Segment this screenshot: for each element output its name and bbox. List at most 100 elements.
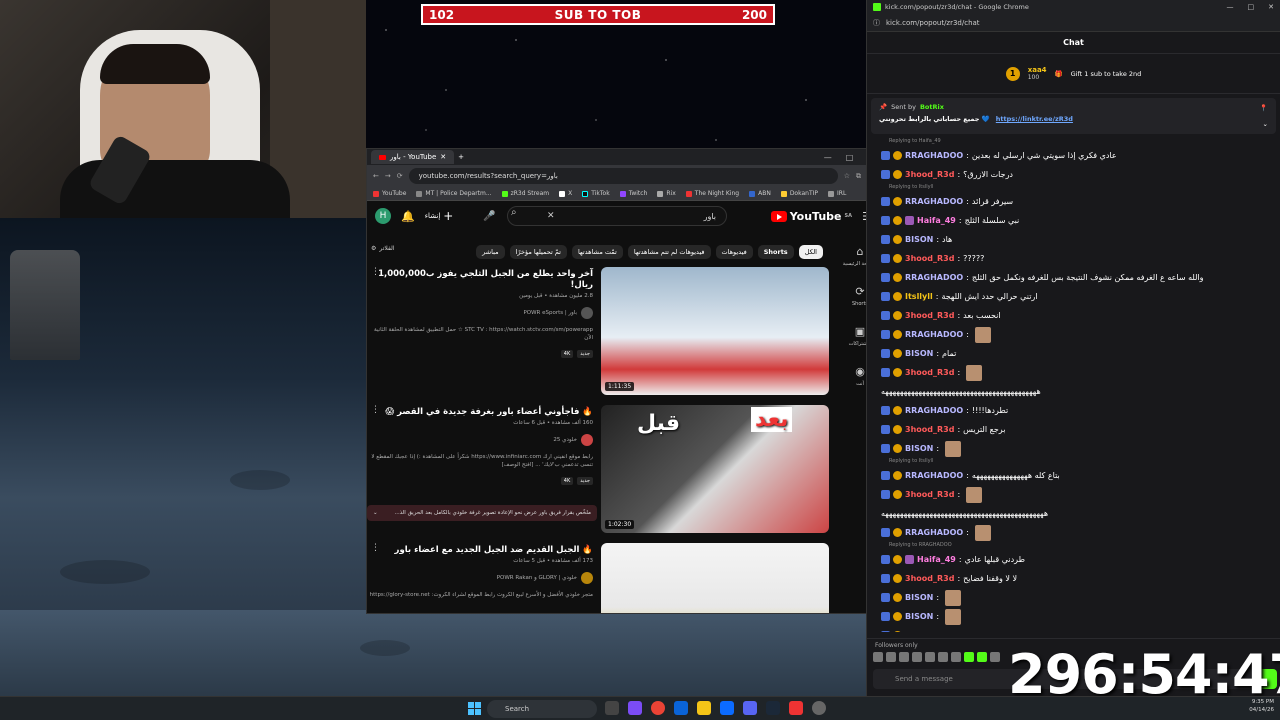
chip-recent[interactable]: تمّ تحميلها مؤخرًا [509,245,567,259]
minimize-button[interactable]: — [824,153,832,162]
chat-username[interactable]: BISON [905,235,933,244]
video-thumbnail[interactable]: 1:11:35 [601,267,829,395]
bookmark-youtube[interactable]: YouTube [373,190,406,197]
sidebar-item-you[interactable]: ◉ أنت [855,365,865,387]
star-icon[interactable]: ☆ [844,172,850,180]
chat-username[interactable]: Haifa_49 [917,216,956,225]
chat-username[interactable]: 3hood_R3d [905,574,954,583]
task-view-icon[interactable] [605,701,619,715]
bell-icon[interactable]: 🔔 [401,210,415,223]
chat-username[interactable]: RRAGHADOO [905,151,963,160]
bookmark-night-king[interactable]: The Night King [685,190,739,197]
chevron-down-icon[interactable]: ⌄ [373,510,378,516]
emote[interactable] [990,652,1000,662]
more-actions-icon[interactable]: ⋮ [371,543,380,553]
chat-username[interactable]: BISON [905,612,933,621]
obs-icon[interactable] [812,701,826,715]
emote[interactable] [938,652,948,662]
chevron-down-icon[interactable]: ⌄ [1263,120,1268,128]
forward-icon[interactable]: → [385,172,391,180]
channel-link[interactable]: خلودي | GLORY و POWR Rakan [367,572,593,585]
reload-icon[interactable]: ⟳ [397,172,403,180]
chat-address-bar[interactable]: ⓘ kick.com/popout/zr3d/chat [867,14,1280,32]
chat-username[interactable]: BISON [905,444,933,453]
search-icon[interactable]: ⌕ [511,207,517,218]
bookmark-police[interactable]: MT | Police Departm... [416,190,492,197]
channel-link[interactable]: خلودي 25 [367,434,593,447]
more-actions-icon[interactable]: ⋮ [371,405,380,415]
extensions-icon[interactable]: ⧉ [856,172,861,181]
more-actions-icon[interactable]: ⋮ [371,267,380,277]
chat-username[interactable]: Haifa_49 [917,555,956,564]
chat-username[interactable]: BISON [905,593,933,602]
account-avatar[interactable]: H [375,208,391,224]
emote[interactable] [886,652,896,662]
chat-username[interactable]: RRAGHADOO [905,528,963,537]
minimize-button[interactable]: — [1227,3,1234,11]
chat-username[interactable]: 3hood_R3d [905,311,954,320]
bookmark-tiktok[interactable]: TikTok [582,190,610,197]
emote[interactable] [899,652,909,662]
close-window-button[interactable]: ✕ [1268,3,1274,11]
gift-cta[interactable]: Gift 1 sub to take 2nd [1071,70,1142,78]
video-result[interactable]: ⋮ 🔥 الجبل القديم ضد الجيل الجديد مع اعضا… [367,543,829,613]
file-explorer-icon[interactable] [697,701,711,715]
channel-link[interactable]: باور | POWR eSports [367,307,593,320]
filters-button[interactable]: ⚙ الفلاتر [371,245,394,252]
chip-unwatched[interactable]: فيديوهات لم تتم مشاهدتها [627,245,711,259]
steam-icon[interactable] [766,701,780,715]
new-tab-button[interactable]: + [458,153,464,161]
video-thumbnail[interactable]: قبل بعد 1:02:30 [601,405,829,533]
video-title[interactable]: 🔥 الجبل القديم ضد الجيل الجديد مع اعضاء … [367,545,593,556]
emote[interactable] [977,652,987,662]
chat-username[interactable]: 3hood_R3d [905,425,954,434]
ai-summary-notice[interactable]: ملخّص بقرار فريق باور عرض نحو الإعادة تص… [367,505,597,521]
clear-search-icon[interactable]: ✕ [547,211,555,221]
search-input[interactable]: باور [507,206,727,226]
chrome-icon[interactable] [651,701,665,715]
create-button[interactable]: إنشاء + [425,209,454,223]
store-icon[interactable] [720,701,734,715]
chat-username[interactable]: Itsllyll [905,292,933,301]
back-icon[interactable]: ← [373,172,379,180]
youtube-logo[interactable]: YouTube SA [770,210,852,223]
pinned-link[interactable]: https://linktr.ee/zR3d [996,115,1073,123]
bookmark-abn[interactable]: ABN [749,190,771,197]
chat-username[interactable]: RRAGHADOO [905,330,963,339]
outlook-icon[interactable] [674,701,688,715]
voice-search-icon[interactable]: 🎤 [483,211,495,222]
emote[interactable] [964,652,974,662]
emote[interactable] [925,652,935,662]
system-clock[interactable]: 9:35 PM 04/14/26 [1249,699,1274,714]
bookmark-dokantip[interactable]: DokanTIP [780,190,818,197]
chat-username[interactable]: 3hood_R3d [905,170,954,179]
tab-youtube[interactable]: باور - YouTube ✕ [371,150,455,164]
chat-username[interactable]: BISON [905,349,933,358]
video-title[interactable]: آخر واحد يطلع من الجبل الثلجي يفوز ب1,00… [367,269,593,291]
bookmark-rix[interactable]: Rix [657,190,676,197]
chat-username[interactable]: 3hood_R3d [905,254,954,263]
chip-all[interactable]: الكل [798,245,823,259]
emote[interactable] [951,652,961,662]
emote[interactable] [873,652,883,662]
discord-icon[interactable] [743,701,757,715]
chat-username[interactable]: RRAGHADOO [905,631,963,632]
maximize-button[interactable]: □ [1248,3,1255,11]
bookmark-x[interactable]: X [559,190,572,197]
chat-username[interactable]: 3hood_R3d [905,368,954,377]
chip-watched[interactable]: تمّت مشاهدتها [571,245,623,259]
chip-live[interactable]: مباشر [476,245,505,259]
maximize-button[interactable]: □ [846,153,854,162]
chat-username[interactable]: 3hood_R3d [905,490,954,499]
emote[interactable] [912,652,922,662]
bookmark-zr3d[interactable]: zR3d Stream [501,190,549,197]
chat-username[interactable]: RRAGHADOO [905,406,963,415]
chat-username[interactable]: RRAGHADOO [905,197,963,206]
video-thumbnail[interactable] [601,543,829,613]
app-icon[interactable] [789,701,803,715]
close-tab-icon[interactable]: ✕ [440,153,446,161]
taskbar-search[interactable]: Search [487,700,597,718]
windows-start-icon[interactable] [468,702,481,715]
address-bar[interactable]: youtube.com/results?search_query=باور [408,168,838,184]
chat-username[interactable]: RRAGHADOO [905,471,963,480]
